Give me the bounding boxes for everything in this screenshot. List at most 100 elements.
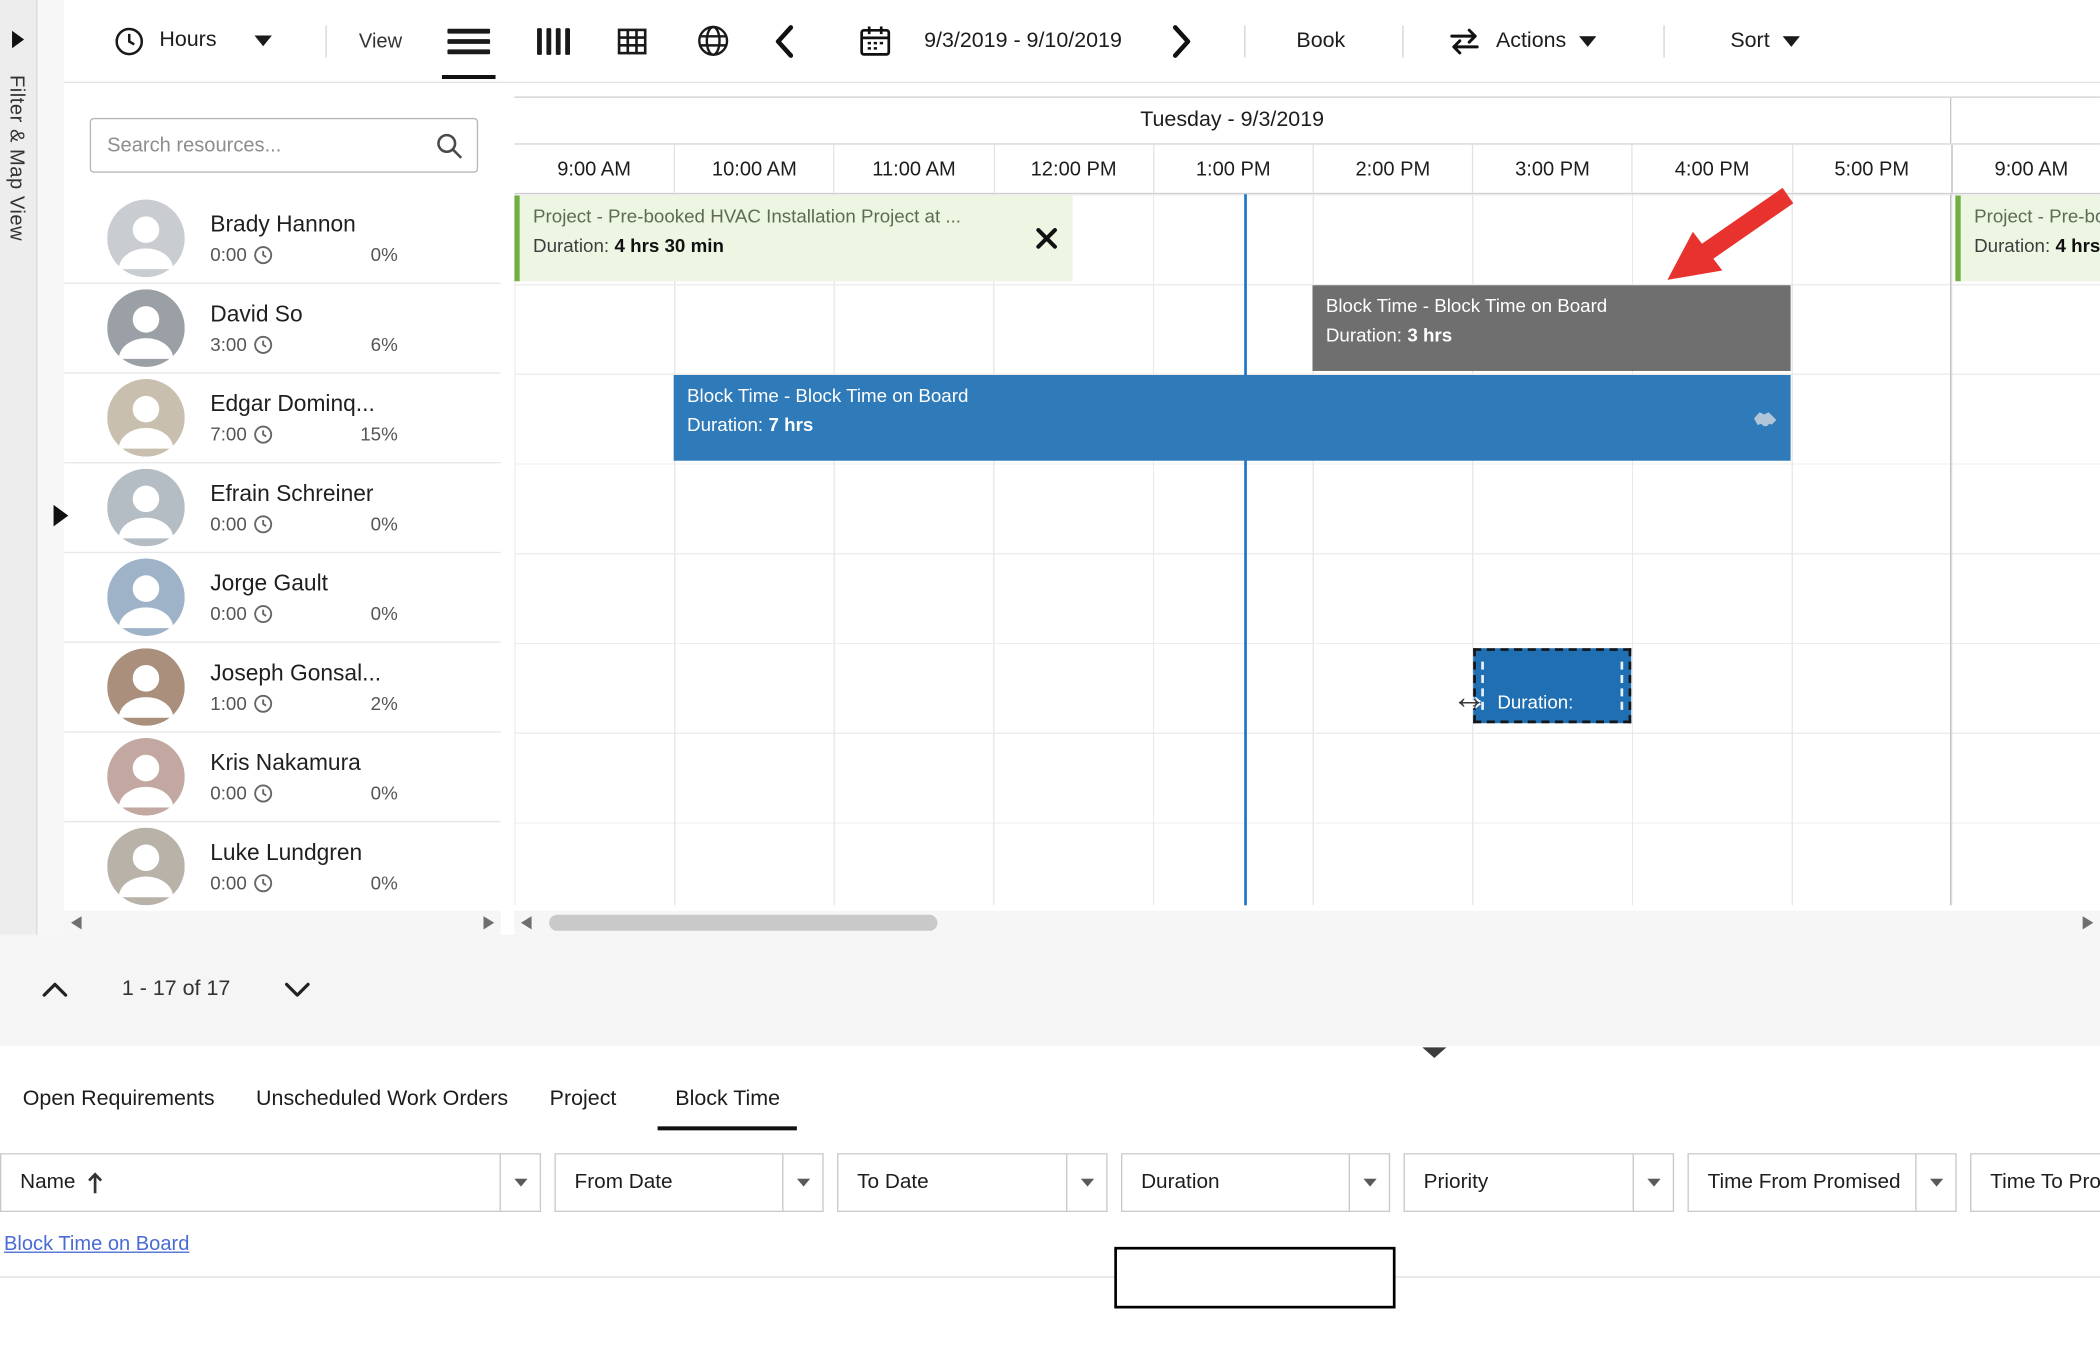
resource-name: David So: [210, 301, 397, 328]
search-input[interactable]: [90, 118, 478, 173]
resource-utilization: 6%: [371, 333, 398, 354]
divider: [1244, 25, 1245, 57]
column-header-name[interactable]: Name: [0, 1153, 541, 1212]
view-columns-button[interactable]: [526, 14, 580, 68]
close-icon[interactable]: [1034, 226, 1059, 251]
column-header-to-date[interactable]: To Date: [837, 1153, 1108, 1212]
time-slot: 4:00 PM: [1632, 145, 1792, 193]
resource-row[interactable]: Jorge Gault 0:00 0%: [64, 553, 501, 643]
view-label: View: [359, 29, 402, 52]
time-slot: 11:00 AM: [834, 145, 994, 193]
expand-rail-icon[interactable]: [11, 29, 26, 56]
event-block-david[interactable]: Block Time - Block Time on Board Duratio…: [1312, 285, 1790, 371]
search-icon[interactable]: [435, 131, 463, 159]
scrollbar-thumb[interactable]: [549, 915, 937, 931]
resource-row[interactable]: Luke Lundgren 0:00 0%: [64, 822, 501, 905]
hours-dropdown[interactable]: Hours: [112, 24, 271, 57]
resource-name: Kris Nakamura: [210, 750, 397, 777]
divider: [1663, 25, 1664, 57]
resource-row[interactable]: Kris Nakamura 0:00 0%: [64, 733, 501, 823]
event-project-next-day[interactable]: Project - Pre-booked HVAC Installation P…: [1955, 196, 2100, 282]
avatar: [107, 289, 185, 367]
panel-splitter[interactable]: [0, 1046, 2100, 1058]
filter-map-label[interactable]: Filter & Map View: [5, 75, 28, 241]
resource-utilization: 2%: [371, 692, 398, 713]
resource-row[interactable]: Edgar Dominq... 7:00 15%: [64, 374, 501, 464]
column-header-duration[interactable]: Duration: [1121, 1153, 1390, 1212]
column-label: Priority: [1424, 1171, 1489, 1195]
time-slot: 9:00 AM: [514, 145, 674, 193]
collapse-bottom-panel-icon[interactable]: [1422, 1047, 1446, 1058]
chevron-down-icon: [1580, 35, 1597, 46]
filter-map-rail: Filter & Map View: [0, 0, 37, 935]
tab-unscheduled-work-orders[interactable]: Unscheduled Work Orders: [256, 1087, 508, 1130]
resource-row[interactable]: David So 3:00 6%: [64, 284, 501, 374]
resource-row[interactable]: Efrain Schreiner 0:00 0%: [64, 463, 501, 553]
scroll-right-icon[interactable]: [477, 911, 501, 935]
rail-gap: [37, 0, 64, 935]
bottom-panel: Open Requirements Unscheduled Work Order…: [0, 1058, 2100, 1357]
column-menu-button[interactable]: [500, 1154, 540, 1210]
tab-open-requirements[interactable]: Open Requirements: [23, 1087, 215, 1130]
table-row: Block Time on Board: [0, 1212, 2100, 1278]
duration-label: Duration:: [1497, 691, 1573, 712]
resize-handle-right[interactable]: [1621, 662, 1624, 710]
scroll-left-icon[interactable]: [64, 911, 88, 935]
column-header-from-date[interactable]: From Date: [554, 1153, 823, 1212]
resource-row[interactable]: Brady Hannon 0:00 0%: [64, 194, 501, 284]
scroll-left-icon[interactable]: [514, 911, 538, 935]
record-link[interactable]: Block Time on Board: [4, 1233, 189, 1256]
avatar: [107, 828, 185, 906]
day-boundary: [1950, 194, 1951, 905]
column-menu-button[interactable]: [1349, 1154, 1389, 1210]
resource-row[interactable]: Joseph Gonsal... 1:00 2%: [64, 643, 501, 733]
swap-arrows-icon: [1446, 27, 1482, 54]
event-project-brady[interactable]: Project - Pre-booked HVAC Installation P…: [514, 196, 1072, 282]
resource-panel-handle-icon[interactable]: [52, 504, 69, 535]
column-menu-button[interactable]: [1066, 1154, 1106, 1210]
tab-block-time[interactable]: Block Time: [658, 1087, 798, 1130]
chevron-down-icon: [1783, 35, 1800, 46]
event-block-edgar[interactable]: Block Time - Block Time on Board Duratio…: [674, 375, 1791, 461]
day-header: Tuesday - 9/3/2019: [514, 98, 1951, 144]
column-header-time-from-promised[interactable]: Time From Promised: [1687, 1153, 1956, 1212]
calendar-icon[interactable]: [848, 14, 902, 68]
page-up-icon[interactable]: [42, 982, 69, 998]
clock-icon: [253, 424, 273, 444]
avatar: [107, 469, 185, 547]
duration-value: 7 hrs: [768, 413, 813, 434]
column-menu-button[interactable]: [782, 1154, 822, 1210]
resource-hours: 0:00: [210, 782, 246, 803]
tab-project[interactable]: Project: [550, 1087, 617, 1130]
column-label: Name: [20, 1171, 75, 1195]
column-header-priority[interactable]: Priority: [1404, 1153, 1675, 1212]
resource-utilization: 0%: [371, 513, 398, 534]
view-map-button[interactable]: [686, 14, 740, 68]
sort-dropdown[interactable]: Sort: [1730, 29, 1800, 53]
column-menu-button[interactable]: [1915, 1154, 1955, 1210]
next-period-button[interactable]: [1172, 23, 1192, 58]
actions-dropdown[interactable]: Actions: [1446, 27, 1597, 54]
column-menu-button[interactable]: [1633, 1154, 1673, 1210]
resource-name: Efrain Schreiner: [210, 481, 397, 508]
date-range[interactable]: 9/3/2019 - 9/10/2019: [924, 29, 1122, 53]
resource-utilization: 0%: [371, 244, 398, 265]
resource-hours: 3:00: [210, 333, 246, 354]
event-dragging-joseph[interactable]: Duration: ↔: [1473, 648, 1631, 723]
column-header-time-to-promised[interactable]: Time To Promised: [1970, 1153, 2100, 1212]
prev-period-button[interactable]: [774, 23, 794, 58]
schedule-body[interactable]: Project - Pre-booked HVAC Installation P…: [514, 194, 2100, 905]
time-slot: 1:00 PM: [1153, 145, 1313, 193]
time-slot: 5:00 PM: [1791, 145, 1951, 193]
stage: Filter & Map View Hours View: [0, 0, 2100, 1357]
chevron-down-icon: [254, 35, 271, 46]
duration-input[interactable]: [1114, 1247, 1395, 1309]
page-down-icon[interactable]: [284, 982, 311, 998]
book-button[interactable]: Book: [1296, 29, 1345, 53]
scroll-right-icon[interactable]: [2076, 911, 2100, 935]
view-gantt-button[interactable]: [442, 14, 496, 68]
view-grid-button[interactable]: [605, 14, 659, 68]
resource-utilization: 0%: [371, 872, 398, 893]
column-label: To Date: [857, 1171, 929, 1195]
column-label: Time From Promised: [1708, 1171, 1901, 1195]
